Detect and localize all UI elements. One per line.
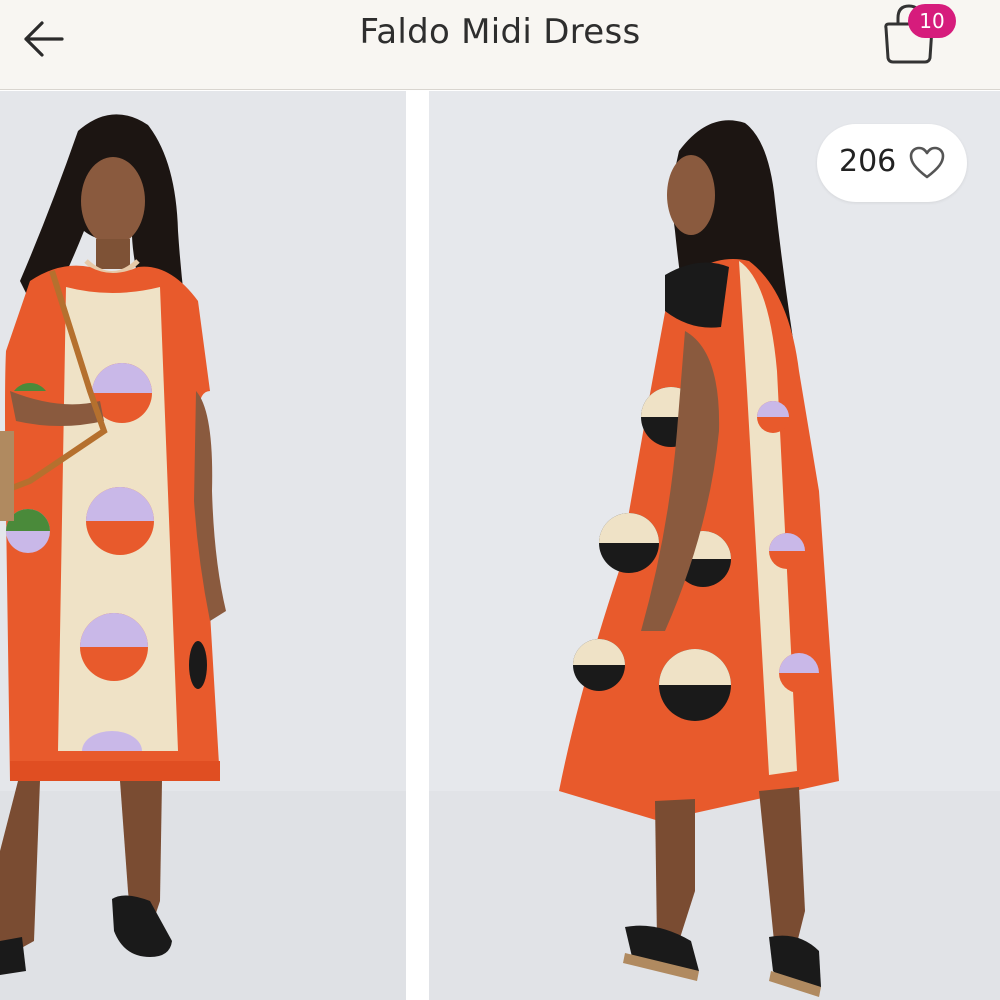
heart-outline-icon [909,146,945,179]
top-bar: Faldo Midi Dress 10 [0,0,1000,90]
product-photo-back[interactable] [429,91,1000,1000]
product-image-back [429,91,1000,1000]
product-image-front [0,91,406,1000]
cart-count-badge: 10 [908,4,956,38]
product-gallery: 206 [0,91,1000,1000]
product-photo-front[interactable] [0,91,406,1000]
page-title: Faldo Midi Dress [359,12,641,52]
like-count: 206 [839,144,897,179]
like-button[interactable]: 206 [817,124,967,202]
